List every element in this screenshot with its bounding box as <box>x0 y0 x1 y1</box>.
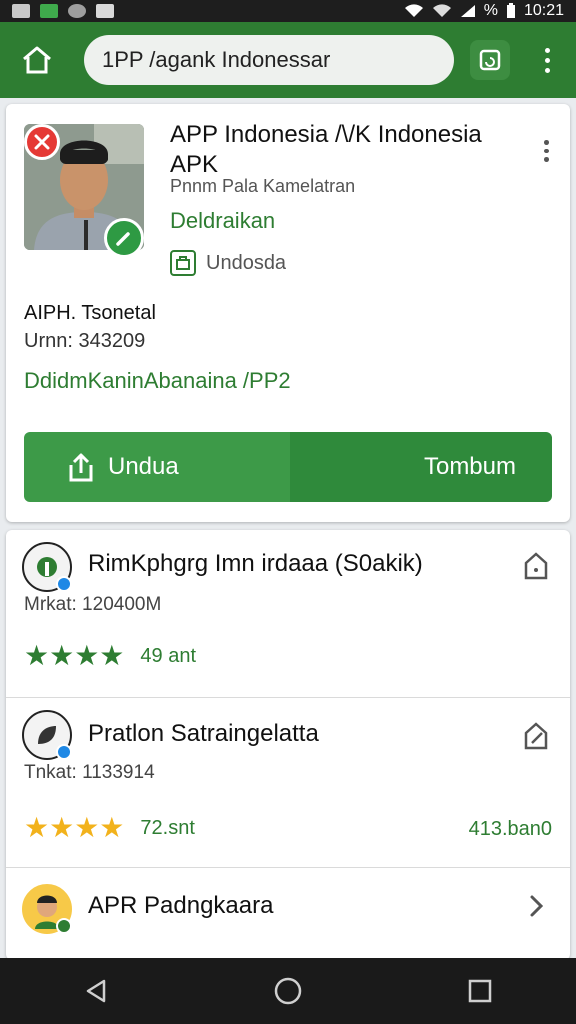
download-label: Undua <box>108 453 179 480</box>
list-item-rating: ★★★★ 49 ant <box>24 642 196 670</box>
app-more-button[interactable] <box>540 140 552 163</box>
home-icon <box>23 46 51 74</box>
list-item-title: APR Padngkaara <box>88 892 274 919</box>
edit-button[interactable] <box>520 720 552 752</box>
chevron-right-icon <box>530 895 544 917</box>
signal-icon <box>460 5 475 17</box>
app-link[interactable]: DdidmKaninAbanaina /PP2 <box>24 368 291 394</box>
url-bar[interactable]: 1PP /agank Indonessar <box>84 35 454 85</box>
list-item-meta: Mrkat: 120400M <box>24 594 162 615</box>
notification-icons <box>12 4 114 18</box>
overflow-menu-button[interactable] <box>532 37 562 83</box>
browser-toolbar: 1PP /agank Indonessar <box>0 22 576 98</box>
sheet-icon <box>40 4 58 18</box>
list-item-title: RimKphgrg Imn irdaaa (S0akik) <box>88 550 423 577</box>
wifi-icon <box>404 4 423 18</box>
avatar <box>22 884 72 934</box>
download-button[interactable]: Undua <box>24 432 290 502</box>
tab-switcher-icon <box>479 49 501 71</box>
home-nav-icon <box>274 977 302 1005</box>
clock: 10:21 <box>523 2 564 19</box>
app-title: APP Indonesia /\/K Indonesia APK <box>170 121 482 178</box>
app-language: Undosda <box>170 250 286 276</box>
secondary-button[interactable]: Tombum <box>290 432 552 502</box>
battery-label: % <box>483 2 498 19</box>
stats-icon <box>12 4 30 18</box>
app-version: Urnn: 343209 <box>24 330 146 352</box>
close-icon <box>34 134 50 150</box>
edit-icon <box>116 232 130 246</box>
more-vert-icon <box>543 140 549 145</box>
verified-badge-icon <box>56 576 72 592</box>
back-button[interactable] <box>66 961 126 1021</box>
related-apps-list: RimKphgrg Imn irdaaa (S0akik) Mrkat: 120… <box>6 530 570 960</box>
secondary-label: Tombum <box>423 453 516 480</box>
list-item[interactable]: APR Padngkaara <box>6 868 570 960</box>
list-item-rating: ★★★★ 72.snt <box>24 814 195 842</box>
app-icon <box>22 542 72 592</box>
star-rating-icon: ★★★★ <box>24 640 125 671</box>
language-icon <box>170 250 196 276</box>
recents-button[interactable] <box>450 961 510 1021</box>
app-language-label: Undosda <box>206 251 287 274</box>
verified-badge-icon <box>56 744 72 760</box>
share-button[interactable] <box>520 550 552 582</box>
tab-switcher-button[interactable] <box>470 40 510 80</box>
app-developer: Pnnm Pala Kamelatran <box>170 176 356 196</box>
download-icon <box>69 453 93 482</box>
recents-icon <box>468 979 492 1003</box>
edit-badge[interactable] <box>104 218 144 258</box>
verified-badge-icon <box>56 918 72 934</box>
rating-text: 72.snt <box>140 816 195 839</box>
status-bar: % 10:21 <box>0 0 576 22</box>
list-item-meta: Tnkat: 1133914 <box>24 762 155 783</box>
home-nav-button[interactable] <box>258 961 318 1021</box>
app-notification-icon <box>68 4 86 18</box>
url-text: 1PP /agank Indonessar <box>102 47 331 72</box>
app-status: Deldraikan <box>170 208 276 233</box>
share-icon <box>524 552 548 580</box>
app-publisher: AIPH. Tsonetal <box>24 302 156 324</box>
open-button[interactable] <box>520 890 552 922</box>
list-item[interactable]: RimKphgrg Imn irdaaa (S0akik) Mrkat: 120… <box>6 530 570 698</box>
battery-icon <box>506 3 515 18</box>
app-icon <box>22 710 72 760</box>
star-rating-icon: ★★★★ <box>24 812 125 843</box>
rating-text: 49 ant <box>140 644 197 667</box>
app-detail-card: APP Indonesia /\/K Indonesia APK Pnnm Pa… <box>6 104 570 522</box>
more-vert-icon <box>544 47 550 53</box>
home-button[interactable] <box>14 37 60 83</box>
list-item-extra: 413.ban0 <box>468 818 552 840</box>
wifi-2-icon <box>432 4 451 18</box>
remove-badge[interactable] <box>24 124 60 160</box>
back-icon <box>86 979 106 1003</box>
list-item[interactable]: Pratlon Satraingelatta Tnkat: 1133914 ★★… <box>6 698 570 868</box>
gallery-icon <box>96 4 114 18</box>
list-item-title: Pratlon Satraingelatta <box>88 720 319 747</box>
system-navigation-bar <box>0 958 576 1024</box>
action-button-group: Undua Tombum <box>24 432 552 502</box>
edit-share-icon <box>524 722 548 750</box>
